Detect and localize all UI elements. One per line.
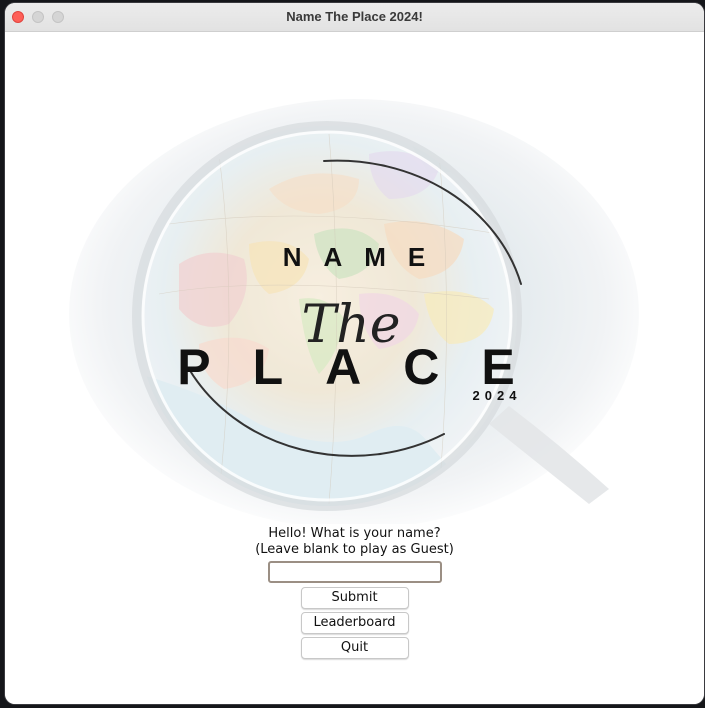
- app-window: Name The Place 2024! NAME The PLACE 2024…: [5, 3, 704, 704]
- logo-year: 2024: [473, 388, 522, 403]
- logo-word-name: NAME: [283, 242, 448, 272]
- name-prompt-line1: Hello! What is your name?: [268, 526, 441, 541]
- quit-button[interactable]: Quit: [300, 637, 409, 659]
- name-prompt-line2: (Leave blank to play as Guest): [255, 542, 454, 557]
- window-title: Name The Place 2024!: [286, 9, 423, 24]
- submit-button[interactable]: Submit: [300, 587, 409, 609]
- name-input[interactable]: [267, 561, 442, 583]
- leaderboard-button[interactable]: Leaderboard: [300, 612, 409, 634]
- logo-word-place: PLACE: [177, 339, 556, 395]
- main-content: NAME The PLACE 2024 Hello! What is your …: [5, 32, 704, 704]
- name-the-place-logo: NAME The PLACE 2024: [69, 99, 639, 524]
- title-bar[interactable]: Name The Place 2024!: [5, 3, 704, 32]
- login-form: Hello! What is your name? (Leave blank t…: [5, 526, 704, 659]
